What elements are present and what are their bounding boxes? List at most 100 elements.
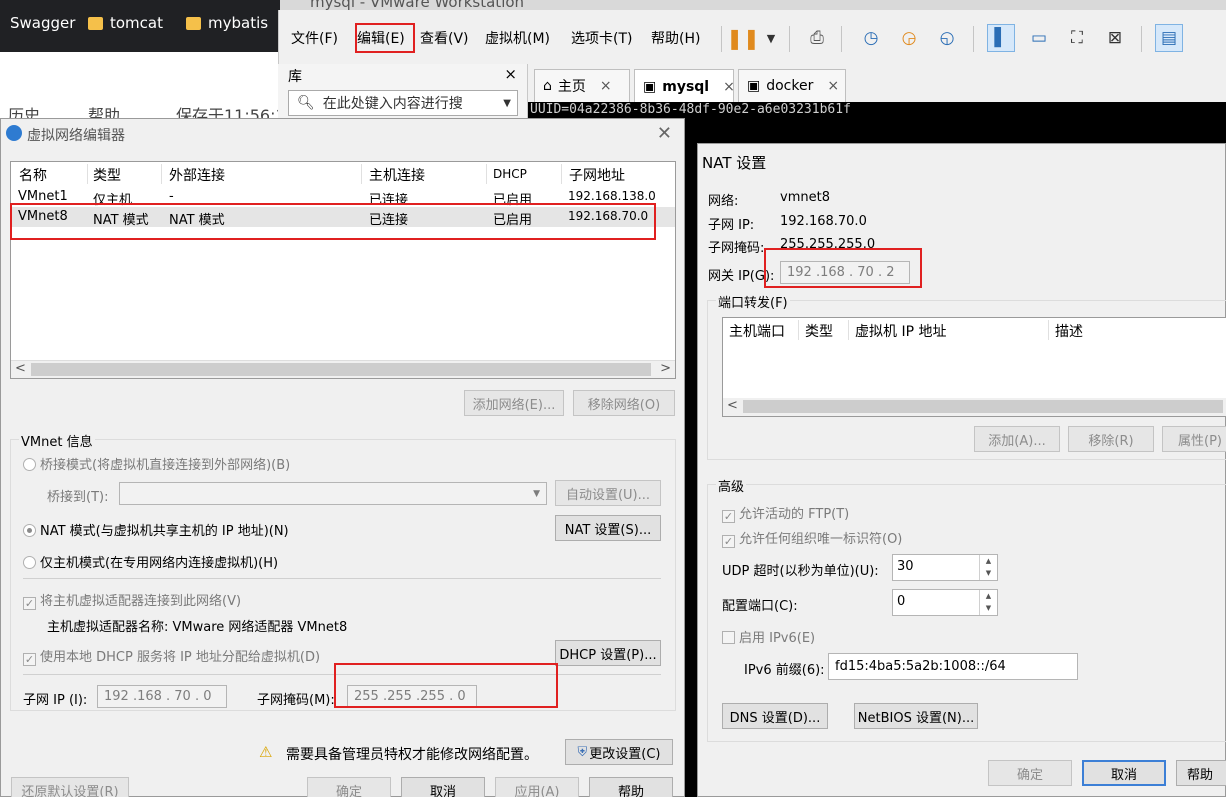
library-title: 库 [288, 69, 302, 85]
column-header[interactable]: DHCP [493, 167, 527, 181]
allow-oui-checkbox[interactable]: ✓ 允许任何组织唯一标识符(O) [722, 528, 902, 548]
tab-docker[interactable]: ▣ docker × [738, 69, 846, 102]
library-close-icon[interactable]: × [504, 65, 517, 83]
help-button[interactable]: 帮助 [589, 777, 673, 797]
nat-mode-radio[interactable]: NAT 模式(与虚拟机共享主机的 IP 地址)(N) [23, 520, 289, 539]
close-icon[interactable]: × [723, 79, 735, 95]
enable-ipv6-checkbox[interactable]: 启用 IPv6(E) [722, 627, 815, 646]
group-title: 高级 [716, 476, 747, 495]
use-dhcp-checkbox[interactable]: ✓ 使用本地 DHCP 服务将 IP 地址分配给虚拟机(D) [23, 646, 320, 666]
column-header[interactable]: 类型 [93, 165, 121, 185]
bookmark-label: mybatis [208, 14, 269, 32]
bridge-to-select[interactable]: ▼ [119, 482, 547, 505]
restore-defaults-button[interactable]: 还原默认设置(R) [11, 777, 129, 797]
updown-icon[interactable]: ▲ ▼ [979, 590, 997, 615]
tab-mysql[interactable]: ▣ mysql × [634, 69, 735, 103]
horizontal-scrollbar[interactable]: < > [11, 360, 675, 378]
checkbox-label: 将主机虚拟适配器连接到此网络(V) [40, 594, 242, 609]
horizontal-scrollbar[interactable]: < [723, 398, 1226, 416]
bookmark-mybatis[interactable]: mybatis [186, 14, 268, 32]
send-ctrl-alt-del-icon[interactable]: ⎙ [803, 24, 831, 52]
chevron-left-icon[interactable]: < [727, 398, 738, 413]
snapshot-icon[interactable]: ◷ [857, 24, 885, 52]
scroll-thumb[interactable] [31, 363, 651, 376]
column-header[interactable]: 类型 [805, 321, 833, 341]
menu-edit[interactable]: 编辑(E) [357, 28, 405, 48]
close-icon[interactable]: × [827, 78, 839, 94]
revert-snapshot-icon[interactable]: ◶ [895, 24, 923, 52]
column-header[interactable]: 虚拟机 IP 地址 [855, 321, 946, 341]
bridge-to-label: 桥接到(T): [47, 490, 109, 505]
udp-timeout-stepper[interactable]: 30 ▲ ▼ [892, 554, 998, 581]
chevron-left-icon[interactable]: < [15, 361, 26, 376]
nat-help-button[interactable]: 帮助 [1176, 760, 1226, 786]
ok-button[interactable]: 确定 [307, 777, 391, 797]
scroll-thumb[interactable] [743, 400, 1223, 413]
column-header[interactable]: 描述 [1055, 321, 1083, 341]
ipv6-prefix-input[interactable]: fd15:4ba5:5a2b:1008::/64 [828, 653, 1078, 680]
nat-cancel-button[interactable]: 取消 [1082, 760, 1166, 786]
gateway-ip-input[interactable]: 192 .168 . 70 . 2 [780, 261, 910, 284]
window-title: mysql - VMware Workstation [310, 0, 525, 10]
thumbnail-bar-icon[interactable]: ▭ [1025, 24, 1053, 52]
subnet-ip-input[interactable]: 192 .168 . 70 . 0 [97, 685, 227, 708]
menu-help[interactable]: 帮助(H) [651, 28, 700, 48]
menu-tabs[interactable]: 选项卡(T) [571, 28, 632, 48]
dialog-title: NAT 设置 [702, 154, 767, 172]
apply-button[interactable]: 应用(A) [495, 777, 579, 797]
updown-icon[interactable]: ▲ ▼ [979, 555, 997, 580]
add-port-button[interactable]: 添加(A)... [974, 426, 1060, 452]
column-header[interactable]: 子网地址 [569, 165, 625, 185]
dhcp-settings-button[interactable]: DHCP 设置(P)... [555, 640, 661, 666]
column-header[interactable]: 外部连接 [169, 165, 225, 185]
bookmark-swagger[interactable]: Swagger [10, 14, 75, 32]
cancel-button[interactable]: 取消 [401, 777, 485, 797]
check-icon: ✓ [23, 653, 36, 666]
netbios-settings-button[interactable]: NetBIOS 设置(N)... [854, 703, 978, 729]
nat-settings-dialog: NAT 设置 网络: vmnet8 子网 IP: 192.168.70.0 子网… [697, 143, 1226, 797]
change-settings-button[interactable]: ⛨ 更改设置(C) [565, 739, 673, 765]
console-view-icon[interactable]: ▤ [1155, 24, 1183, 52]
nat-settings-button[interactable]: NAT 设置(S)... [555, 515, 661, 541]
cell-host: 已连接 [369, 213, 409, 228]
remove-port-button[interactable]: 移除(R) [1068, 426, 1154, 452]
column-header[interactable]: 主机连接 [369, 165, 425, 185]
menu-vm[interactable]: 虚拟机(M) [485, 28, 550, 48]
host-only-radio[interactable]: 仅主机模式(在专用网络内连接虚拟机)(H) [23, 552, 278, 571]
chevron-down-icon[interactable]: ▼ [757, 24, 785, 52]
dns-settings-button[interactable]: DNS 设置(D)... [722, 703, 828, 729]
bridge-mode-radio[interactable]: 桥接模式(将虚拟机直接连接到外部网络)(B) [23, 454, 290, 473]
menu-file[interactable]: 文件(F) [291, 28, 338, 48]
nat-ok-button[interactable]: 确定 [988, 760, 1072, 786]
close-icon[interactable]: × [600, 78, 612, 94]
snapshot-manager-icon[interactable]: ◵ [933, 24, 961, 52]
remove-network-button[interactable]: 移除网络(O) [573, 390, 675, 416]
unity-icon[interactable]: ⊠ [1101, 24, 1129, 52]
bookmark-tomcat[interactable]: tomcat [88, 14, 163, 32]
add-network-button[interactable]: 添加网络(E)... [464, 390, 564, 416]
tab-label: mysql [662, 78, 710, 95]
config-port-stepper[interactable]: 0 ▲ ▼ [892, 589, 998, 616]
library-search-input[interactable]: 🔍︎ 在此处键入内容进行搜 ▼ [288, 90, 518, 116]
connect-adapter-checkbox[interactable]: ✓ 将主机虚拟适配器连接到此网络(V) [23, 590, 241, 610]
properties-button[interactable]: 属性(P) [1162, 426, 1226, 452]
allow-ftp-checkbox[interactable]: ✓ 允许活动的 FTP(T) [722, 503, 849, 523]
chevron-down-icon[interactable]: ▼ [503, 98, 511, 109]
pause-icon[interactable]: ❚❚ [726, 24, 760, 52]
tab-home[interactable]: ⌂ 主页 × [534, 69, 630, 102]
auto-settings-button[interactable]: 自动设置(U)... [555, 480, 661, 506]
menu-view[interactable]: 查看(V) [420, 28, 469, 48]
close-icon[interactable]: ✕ [657, 123, 672, 144]
table-row[interactable]: VMnet1 仅主机 - 已连接 已启用 192.168.138.0 [11, 187, 675, 208]
stepper-value: 30 [897, 559, 914, 574]
radio-label: 桥接模式(将虚拟机直接连接到外部网络)(B) [40, 458, 291, 473]
full-screen-icon[interactable]: ⛶ [1063, 24, 1091, 52]
library-view-icon[interactable]: ▌ [987, 24, 1015, 52]
table-row[interactable]: VMnet8 NAT 模式 NAT 模式 已连接 已启用 192.168.70.… [11, 207, 675, 228]
cell-external: - [169, 189, 174, 204]
subnet-mask-input[interactable]: 255 .255 .255 . 0 [347, 685, 477, 708]
column-header[interactable]: 名称 [19, 165, 47, 185]
column-header[interactable]: 主机端口 [729, 321, 785, 341]
network-globe-icon [6, 125, 22, 141]
chevron-right-icon[interactable]: > [660, 361, 671, 376]
